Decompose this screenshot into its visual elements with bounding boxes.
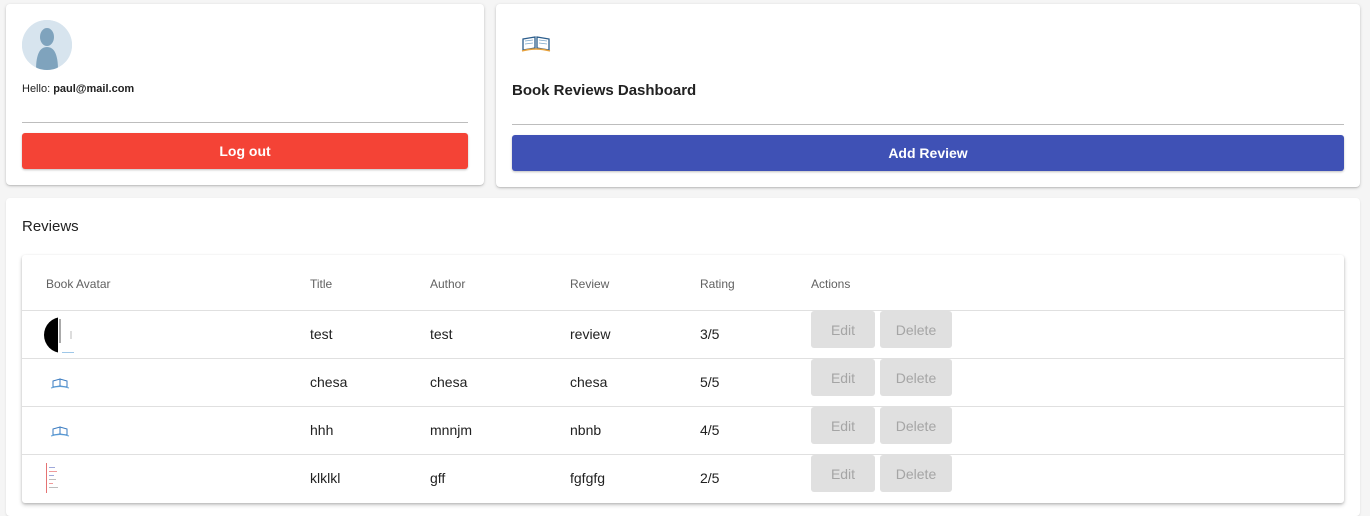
edit-button[interactable]: Edit <box>811 311 875 348</box>
user-email: paul@mail.com <box>53 83 135 95</box>
column-header-actions: Actions <box>811 277 851 291</box>
book-avatar-thumbnail <box>44 317 74 353</box>
add-review-button[interactable]: Add Review <box>512 135 1344 171</box>
cell-rating: 4/5 <box>700 422 720 438</box>
cell-review: fgfgfg <box>570 470 606 486</box>
cell-rating: 5/5 <box>700 374 720 390</box>
column-header-author: Author <box>430 277 466 291</box>
cell-review: nbnb <box>570 422 602 438</box>
edit-button[interactable]: Edit <box>811 407 875 444</box>
edit-button[interactable]: Edit <box>811 359 875 396</box>
user-card: Hello: paul@mail.com Log out <box>6 4 484 185</box>
column-header-rating: Rating <box>700 277 735 291</box>
dashboard-title: Book Reviews Dashboard <box>512 82 697 99</box>
cell-author: mnnjm <box>430 422 473 438</box>
reviews-table: Book Avatar Title Author Review Rating A… <box>22 255 1344 503</box>
cell-title: chesa <box>310 374 348 390</box>
cell-title: test <box>310 326 333 342</box>
document-thumbnail <box>46 463 58 493</box>
open-book-icon <box>521 36 551 52</box>
cell-author: chesa <box>430 374 468 390</box>
user-avatar <box>22 20 72 70</box>
delete-button[interactable]: Delete <box>880 359 952 396</box>
cell-rating: 3/5 <box>700 326 720 342</box>
open-book-icon <box>50 426 70 437</box>
dashboard-card: Book Reviews Dashboard Add Review <box>496 4 1360 187</box>
cell-rating: 2/5 <box>700 470 720 486</box>
cell-author: gff <box>430 470 446 486</box>
column-header-title: Title <box>310 277 333 291</box>
delete-button[interactable]: Delete <box>880 407 952 444</box>
person-icon <box>22 20 72 70</box>
logout-button[interactable]: Log out <box>22 133 468 169</box>
table-row: klklkl gff fgfgfg 2/5 Edit Delete <box>22 454 1344 502</box>
table-row: chesa chesa chesa 5/5 Edit Delete <box>22 358 1344 406</box>
cell-author: test <box>430 326 453 342</box>
reviews-card: Reviews Book Avatar Title Author Review … <box>6 198 1360 516</box>
column-header-review: Review <box>570 277 610 291</box>
table-row: test test review 3/5 Edit Delete <box>22 310 1344 358</box>
reviews-heading: Reviews <box>22 218 79 235</box>
edit-button[interactable]: Edit <box>811 455 875 492</box>
delete-button[interactable]: Delete <box>880 311 952 348</box>
divider <box>512 124 1344 125</box>
greeting: Hello: paul@mail.com <box>22 83 134 95</box>
greeting-prefix: Hello: <box>22 83 51 95</box>
delete-button[interactable]: Delete <box>880 455 952 492</box>
cell-review: review <box>570 326 611 342</box>
open-book-icon <box>50 378 70 389</box>
table-row: hhh mnnjm nbnb 4/5 Edit Delete <box>22 406 1344 454</box>
divider <box>22 122 468 123</box>
cell-title: klklkl <box>310 470 341 486</box>
cell-review: chesa <box>570 374 608 390</box>
column-header-book-avatar: Book Avatar <box>46 277 111 291</box>
cell-title: hhh <box>310 422 334 438</box>
